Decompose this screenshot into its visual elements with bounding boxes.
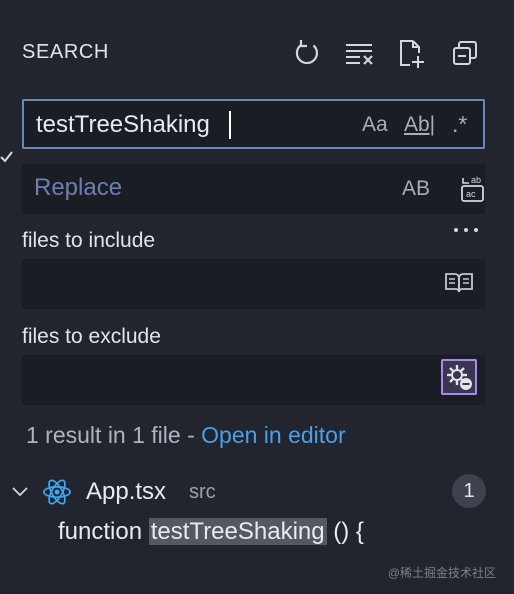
use-exclude-settings-toggle[interactable] xyxy=(441,359,477,395)
collapse-all-icon[interactable] xyxy=(450,38,480,68)
replace-input[interactable] xyxy=(32,164,356,212)
match-count-badge: 1 xyxy=(452,474,486,508)
files-to-exclude-label: files to exclude xyxy=(22,325,161,348)
replace-all-icon[interactable]: ab ac xyxy=(459,174,487,204)
chevron-down-icon[interactable] xyxy=(10,482,30,502)
files-to-include-label: files to include xyxy=(22,229,156,252)
clear-results-icon[interactable] xyxy=(344,38,374,68)
file-result-row[interactable]: App.tsx src 1 xyxy=(8,474,494,510)
match-suffix: () { xyxy=(326,518,364,545)
file-name: App.tsx xyxy=(86,478,167,505)
preserve-case-toggle[interactable]: AB xyxy=(402,177,430,201)
more-options-icon[interactable] xyxy=(452,222,480,238)
whole-word-toggle[interactable]: Ab| xyxy=(404,113,435,137)
open-in-editor-link[interactable]: Open in editor xyxy=(201,422,345,448)
match-line[interactable]: function testTreeShaking () { xyxy=(58,518,364,546)
search-header: SEARCH xyxy=(22,38,492,68)
open-editors-only-icon[interactable] xyxy=(444,272,474,294)
search-field[interactable]: Aa Ab| .* xyxy=(22,99,485,149)
match-prefix: function xyxy=(58,518,149,545)
gear-exclude-icon xyxy=(447,365,472,390)
match-case-toggle[interactable]: Aa xyxy=(362,113,388,137)
panel-title: SEARCH xyxy=(22,41,109,63)
new-search-editor-icon[interactable] xyxy=(396,38,426,68)
file-folder: src xyxy=(189,481,216,503)
exclude-field[interactable] xyxy=(22,355,485,405)
results-count-text: 1 result in 1 file - xyxy=(26,422,202,448)
toggle-replace-icon[interactable] xyxy=(0,148,14,164)
match-highlight: testTreeShaking xyxy=(148,518,327,545)
include-field[interactable] xyxy=(22,259,485,309)
svg-text:ac: ac xyxy=(466,189,476,199)
text-caret xyxy=(229,111,231,139)
react-file-icon xyxy=(43,479,71,505)
replace-field[interactable]: AB xyxy=(22,164,485,214)
watermark: @稀土掘金技术社区 xyxy=(387,566,496,580)
exclude-input[interactable] xyxy=(32,355,356,403)
include-input[interactable] xyxy=(32,259,356,307)
refresh-icon[interactable] xyxy=(292,38,322,68)
search-input[interactable] xyxy=(34,101,358,149)
svg-text:ab: ab xyxy=(471,175,481,185)
regex-toggle[interactable]: .* xyxy=(452,111,467,138)
results-summary: 1 result in 1 file - Open in editor xyxy=(26,422,346,449)
